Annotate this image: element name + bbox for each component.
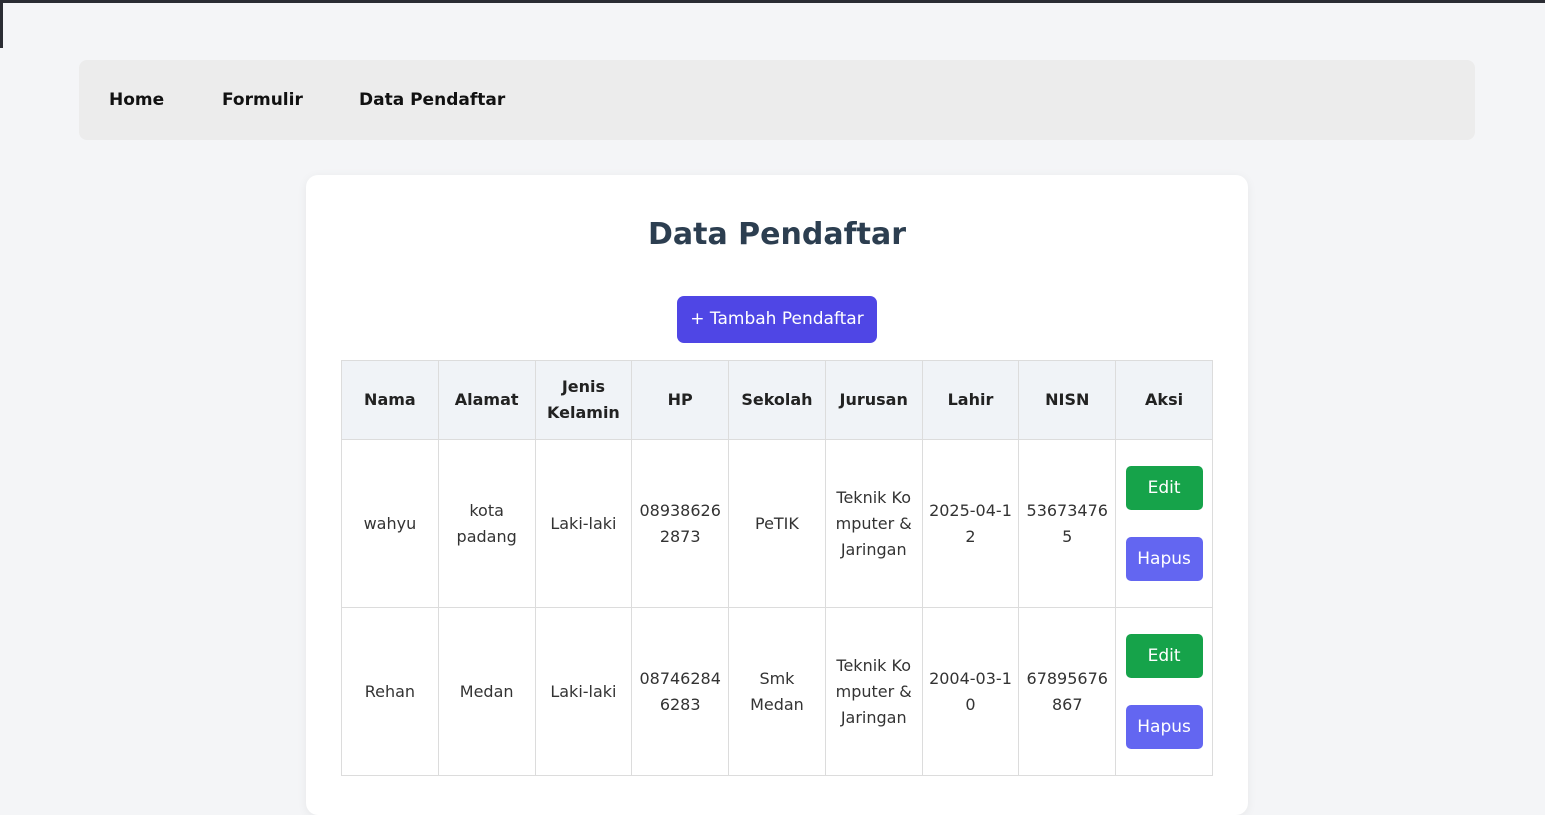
edit-button[interactable]: Edit: [1125, 634, 1203, 678]
header-nisn: NISN: [1018, 360, 1117, 440]
cell-hp: 089386262873: [631, 439, 730, 608]
header-jurusan: Jurusan: [824, 360, 923, 440]
header-nama: Nama: [341, 360, 439, 440]
cell-jurusan: Teknik Komputer & Jaringan: [824, 607, 923, 776]
edit-button[interactable]: Edit: [1125, 466, 1203, 510]
cell-jenis-kelamin: Laki-laki: [534, 439, 633, 608]
table-row: wahyu kota padang Laki-laki 089386262873…: [341, 439, 1213, 608]
cell-nisn: 536734765: [1018, 439, 1117, 608]
page-title: Data Pendaftar: [647, 217, 907, 252]
cell-lahir: 2004-03-10: [921, 607, 1020, 776]
cell-jenis-kelamin: Laki-laki: [534, 607, 633, 776]
cell-alamat: Medan: [437, 607, 536, 776]
cell-aksi: Edit Hapus: [1115, 439, 1213, 608]
header-jenis-kelamin: Jenis Kelamin: [534, 360, 633, 440]
header-aksi: Aksi: [1115, 360, 1213, 440]
nav-link-home[interactable]: Home: [109, 89, 164, 111]
cell-sekolah: PeTIK: [728, 439, 826, 608]
cell-nama: wahyu: [341, 439, 439, 608]
table-header-row: Nama Alamat Jenis Kelamin HP Sekolah Jur…: [341, 360, 1213, 440]
window-left-border: [0, 0, 3, 48]
header-sekolah: Sekolah: [728, 360, 826, 440]
table-row: Rehan Medan Laki-laki 087462846283 Smk M…: [341, 607, 1213, 776]
cell-lahir: 2025-04-12: [921, 439, 1020, 608]
add-pendaftar-button[interactable]: + Tambah Pendaftar: [677, 296, 877, 343]
hapus-button[interactable]: Hapus: [1125, 537, 1203, 581]
cell-jurusan: Teknik Komputer & Jaringan: [824, 439, 923, 608]
pendaftar-table: Nama Alamat Jenis Kelamin HP Sekolah Jur…: [341, 360, 1213, 776]
cell-nisn: 67895676867: [1018, 607, 1117, 776]
header-lahir: Lahir: [921, 360, 1020, 440]
cell-sekolah: Smk Medan: [728, 607, 826, 776]
navbar: Home Formulir Data Pendaftar: [79, 60, 1475, 140]
hapus-button[interactable]: Hapus: [1125, 705, 1203, 749]
cell-alamat: kota padang: [437, 439, 536, 608]
cell-aksi: Edit Hapus: [1115, 607, 1213, 776]
content-card: Data Pendaftar + Tambah Pendaftar Nama A…: [306, 175, 1248, 815]
header-alamat: Alamat: [437, 360, 536, 440]
nav-link-formulir[interactable]: Formulir: [222, 89, 303, 111]
window-top-border: [0, 0, 1545, 3]
header-hp: HP: [631, 360, 730, 440]
cell-nama: Rehan: [341, 607, 439, 776]
nav-link-data-pendaftar[interactable]: Data Pendaftar: [359, 89, 505, 111]
cell-hp: 087462846283: [631, 607, 730, 776]
